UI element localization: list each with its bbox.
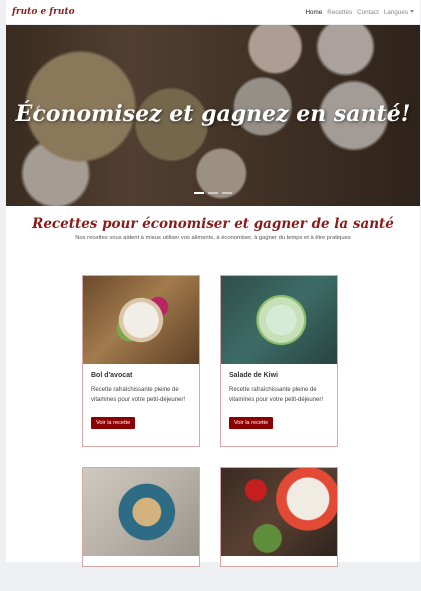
recipe-image <box>221 276 337 364</box>
carousel-indicator[interactable] <box>208 192 218 194</box>
recipe-card: Bol d'avocat Recette rafraîchissante ple… <box>82 275 200 447</box>
recipe-description: Recette rafraîchissante pleine de vitami… <box>229 387 324 403</box>
recipe-description: Recette rafraîchissante pleine de vitami… <box>91 387 186 403</box>
card-body: Salade de Kiwi Recette rafraîchissante p… <box>221 364 337 437</box>
hero-title: Économisez et gagnez en santé! <box>15 101 411 127</box>
nav-home[interactable]: Home <box>305 9 322 16</box>
nav-contact[interactable]: Contact <box>357 9 379 16</box>
nav-recettes[interactable]: Recettes <box>327 9 352 16</box>
nav-langues-dropdown[interactable]: Langues <box>384 9 414 16</box>
section-subtitle: Nos recettes vous aident à mieux utilise… <box>75 235 351 241</box>
carousel-indicator[interactable] <box>194 192 204 194</box>
chevron-down-icon <box>410 10 414 14</box>
recipe-card: Salade de Kiwi Recette rafraîchissante p… <box>220 275 338 447</box>
navbar: fruto e fruto Home Recettes Contact Lang… <box>6 0 420 25</box>
nav-links: Home Recettes Contact Langues <box>305 9 414 16</box>
section-title: Recettes pour économiser et gagner de la… <box>32 216 394 232</box>
recipe-cards: Bol d'avocat Recette rafraîchissante ple… <box>82 275 340 567</box>
recipe-card <box>82 467 200 567</box>
recipe-image <box>83 468 199 556</box>
view-recipe-button[interactable]: Voir la recette <box>91 417 136 429</box>
recipe-card <box>220 467 338 567</box>
recipe-image <box>221 468 337 556</box>
brand-logo[interactable]: fruto e fruto <box>12 7 75 17</box>
recipe-image <box>83 276 199 364</box>
carousel-indicators <box>6 192 420 194</box>
hero-carousel: ‹ › Économisez et gagnez en santé! <box>6 25 420 206</box>
view-recipe-button[interactable]: Voir la recette <box>229 417 274 429</box>
carousel-indicator[interactable] <box>222 192 232 194</box>
card-body: Bol d'avocat Recette rafraîchissante ple… <box>83 364 199 437</box>
recipe-title: Salade de Kiwi <box>229 372 279 379</box>
nav-langues-label: Langues <box>383 8 408 16</box>
recipe-title: Bol d'avocat <box>91 372 133 379</box>
